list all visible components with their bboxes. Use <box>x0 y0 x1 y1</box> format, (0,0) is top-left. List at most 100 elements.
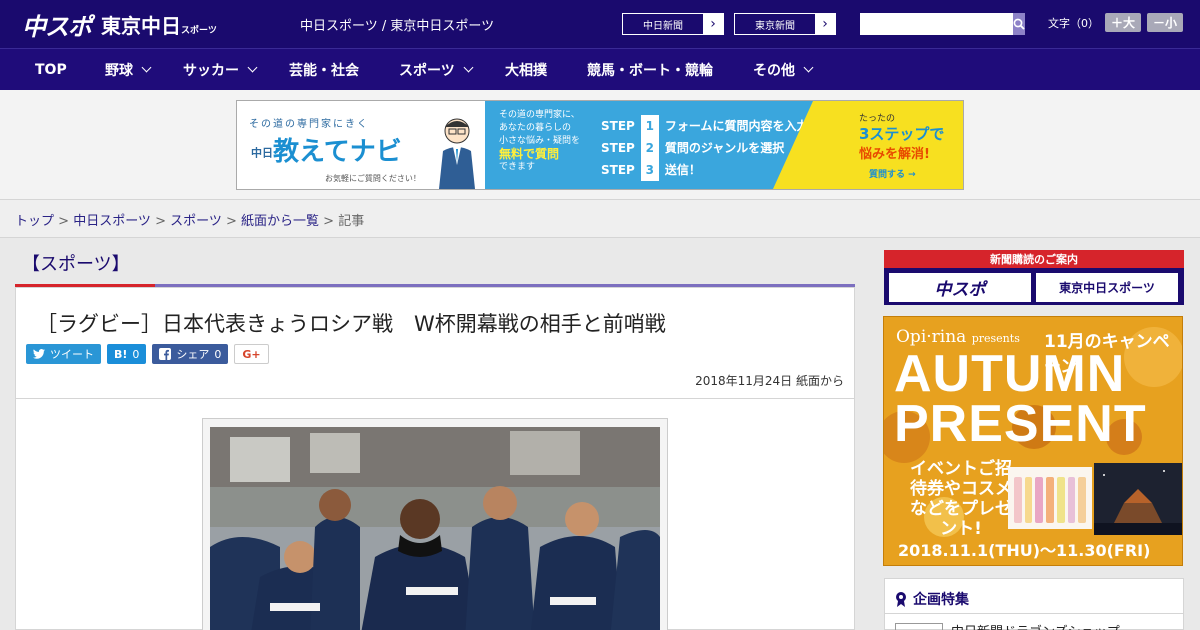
site-link[interactable]: 中日スポーツ / 東京中日スポーツ <box>300 15 494 34</box>
nav-item-label: 野球 <box>105 62 133 79</box>
feature-heading: 企画特集 <box>895 589 969 609</box>
facebook-share-label: シェア <box>176 348 210 361</box>
share-buttons: ツイート B! 0 シェア 0 G+ <box>26 344 269 364</box>
nav-item-label: 芸能・社会 <box>289 62 359 79</box>
feature-item-dragons-shop[interactable]: 中日新聞ドラゴンズショップ <box>951 621 1120 630</box>
banner-free-text: 無料で質問 <box>499 147 560 161</box>
nav-item-label: 競馬・ボート・競輪 <box>587 62 713 79</box>
breadcrumb-paper-list[interactable]: 紙面から一覧 <box>241 214 319 229</box>
logo-tokyo-text: 東京中日 <box>101 13 181 38</box>
hatena-bookmark-button[interactable]: B! 0 <box>107 344 147 364</box>
bottle <box>1046 477 1054 523</box>
nav-item-others[interactable]: その他 <box>753 60 814 80</box>
banner-tagline: その道の専門家にきく <box>249 119 369 130</box>
tweet-label: ツイート <box>50 348 94 361</box>
step-text: 質問のジャンルを選択 <box>664 141 785 155</box>
breadcrumb-separator: > <box>150 214 171 229</box>
chevron-down-icon <box>247 62 258 73</box>
article-date: 2018年11月24日 紙面から <box>695 374 844 388</box>
google-plus-button[interactable]: G+ <box>234 344 269 364</box>
font-smaller-button[interactable]: －小 <box>1147 13 1184 32</box>
chunichi-shimbun-button[interactable]: 中日新聞 › <box>622 13 724 35</box>
article: ［ラグビー］日本代表きょうロシア戦 W杯開幕戦の相手と前哨戦 ツイート B! 0… <box>15 287 855 630</box>
bottle <box>1035 477 1044 523</box>
nav-item-label: その他 <box>753 62 795 79</box>
nav-item-label: スポーツ <box>399 62 455 79</box>
banner-middle-line: あなたの暮らしの <box>499 123 572 133</box>
site-header: 中スポ 東京中日スポーツ 中日スポーツ / 東京中日スポーツ 中日新聞 › 東京… <box>0 0 1200 48</box>
bottle <box>1056 477 1065 523</box>
facebook-share-count: 0 <box>214 347 222 361</box>
search-box <box>860 13 1025 35</box>
chevron-down-icon <box>463 62 474 73</box>
site-logo[interactable]: 中スポ 東京中日スポーツ <box>22 8 217 41</box>
nav-item-label: 大相撲 <box>505 62 547 79</box>
section-title: 【スポーツ】 <box>22 254 130 275</box>
oshiete-navi-banner[interactable]: その道の専門家にきく 中日教えてナビ お気軽にご質問ください！ その道の専門家に… <box>236 100 964 190</box>
subscribe-tokyo-chunichi-button[interactable]: 東京中日スポーツ <box>1036 273 1178 302</box>
nav-item-top[interactable]: TOP <box>35 62 67 78</box>
search-input[interactable] <box>860 13 1013 35</box>
nav-item-racing[interactable]: 競馬・ボート・競輪 <box>587 60 713 80</box>
banner-brand-panel: その道の専門家にきく 中日教えてナビ お気軽にご質問ください！ <box>237 101 485 189</box>
banner-middle-end: できます <box>499 162 536 172</box>
breadcrumb-separator: > <box>54 214 74 229</box>
feature-title: 企画特集 <box>913 592 969 608</box>
subscribe-chuspo-button[interactable]: 中スポ <box>889 273 1031 302</box>
banner-steps-panel: その道の専門家に、 あなたの暮らしの 小さな悩み・疑問を 無料で質問 できます … <box>485 101 813 189</box>
ad-area: その道の専門家にきく 中日教えてナビ お気軽にご質問ください！ その道の専門家に… <box>0 90 1200 200</box>
autumn-present-ad[interactable]: Opi·rina presents 11月のキャンペーン AUTUMN PRESE… <box>883 316 1183 566</box>
nav-item-entertainment[interactable]: 芸能・社会 <box>289 60 359 80</box>
article-photo-frame <box>202 418 668 630</box>
step-number: 1 <box>640 115 659 137</box>
article-photo[interactable] <box>210 427 660 630</box>
tokyo-shimbun-button[interactable]: 東京新聞 › <box>734 13 836 35</box>
paper-button-label: 中日新聞 <box>623 14 703 34</box>
banner-step: STEP 2 質問のジャンルを選択 <box>601 137 808 159</box>
ad-brand: Opi·rina presents <box>896 327 1020 347</box>
font-size-control: 文字（0） ＋大 －小 <box>1048 13 1184 32</box>
ribbon-badge-icon <box>896 592 906 607</box>
subscription-heading: 新聞購読のご案内 <box>990 253 1078 266</box>
banner-brand-prefix: 中日 <box>251 146 273 160</box>
ad-brand-name: Opi·rina <box>896 327 967 347</box>
hatena-icon: B! <box>114 347 128 361</box>
breadcrumb-current: 記事 <box>338 214 365 229</box>
nav-item-baseball[interactable]: 野球 <box>105 60 152 80</box>
banner-cta-button[interactable]: 質問する → <box>869 167 916 180</box>
breadcrumb-separator: > <box>319 214 339 229</box>
step-number: 2 <box>640 137 659 159</box>
banner-step: STEP 3 送信！ <box>601 159 808 181</box>
step-word: STEP <box>601 119 635 133</box>
bottle <box>1024 477 1033 523</box>
businessman-illustration <box>439 118 475 189</box>
nav-item-soccer[interactable]: サッカー <box>183 60 258 80</box>
breadcrumb-chunichi-sports[interactable]: 中日スポーツ <box>73 214 151 229</box>
banner-brand: 中日教えてナビ <box>251 131 402 168</box>
ad-dates: 2018.11.1(THU)～11.30(FRI) <box>898 541 1151 560</box>
feature-thumbnail[interactable] <box>895 623 943 630</box>
twitter-icon <box>33 349 45 359</box>
breadcrumb-top[interactable]: トップ <box>15 214 54 229</box>
google-plus-icon: G+ <box>242 347 261 361</box>
tweet-button[interactable]: ツイート <box>26 344 101 364</box>
font-larger-button[interactable]: ＋大 <box>1105 13 1142 32</box>
chevron-down-icon <box>803 62 814 73</box>
step-number: 3 <box>640 159 659 181</box>
bottle <box>1067 477 1076 523</box>
nav-item-sumo[interactable]: 大相撲 <box>505 60 547 80</box>
ad-invite-text: イベントご招待券やコスメなどをプレゼント! <box>910 459 1012 539</box>
banner-step: STEP 1 フォームに質問内容を入力 <box>601 115 808 137</box>
castle-night-photo <box>1094 463 1182 535</box>
nav-item-sports[interactable]: スポーツ <box>399 60 474 80</box>
banner-right-big: 3ステップで <box>859 125 945 143</box>
facebook-share-button[interactable]: シェア 0 <box>152 344 229 364</box>
bottle <box>1014 477 1022 523</box>
step-word: STEP <box>601 141 635 155</box>
nav-item-label: サッカー <box>183 62 239 79</box>
breadcrumb-sports[interactable]: スポーツ <box>170 214 222 229</box>
search-button[interactable] <box>1013 13 1025 35</box>
search-icon <box>1013 18 1025 30</box>
banner-brand-name: 教えてナビ <box>273 137 402 167</box>
facebook-icon <box>159 348 172 360</box>
